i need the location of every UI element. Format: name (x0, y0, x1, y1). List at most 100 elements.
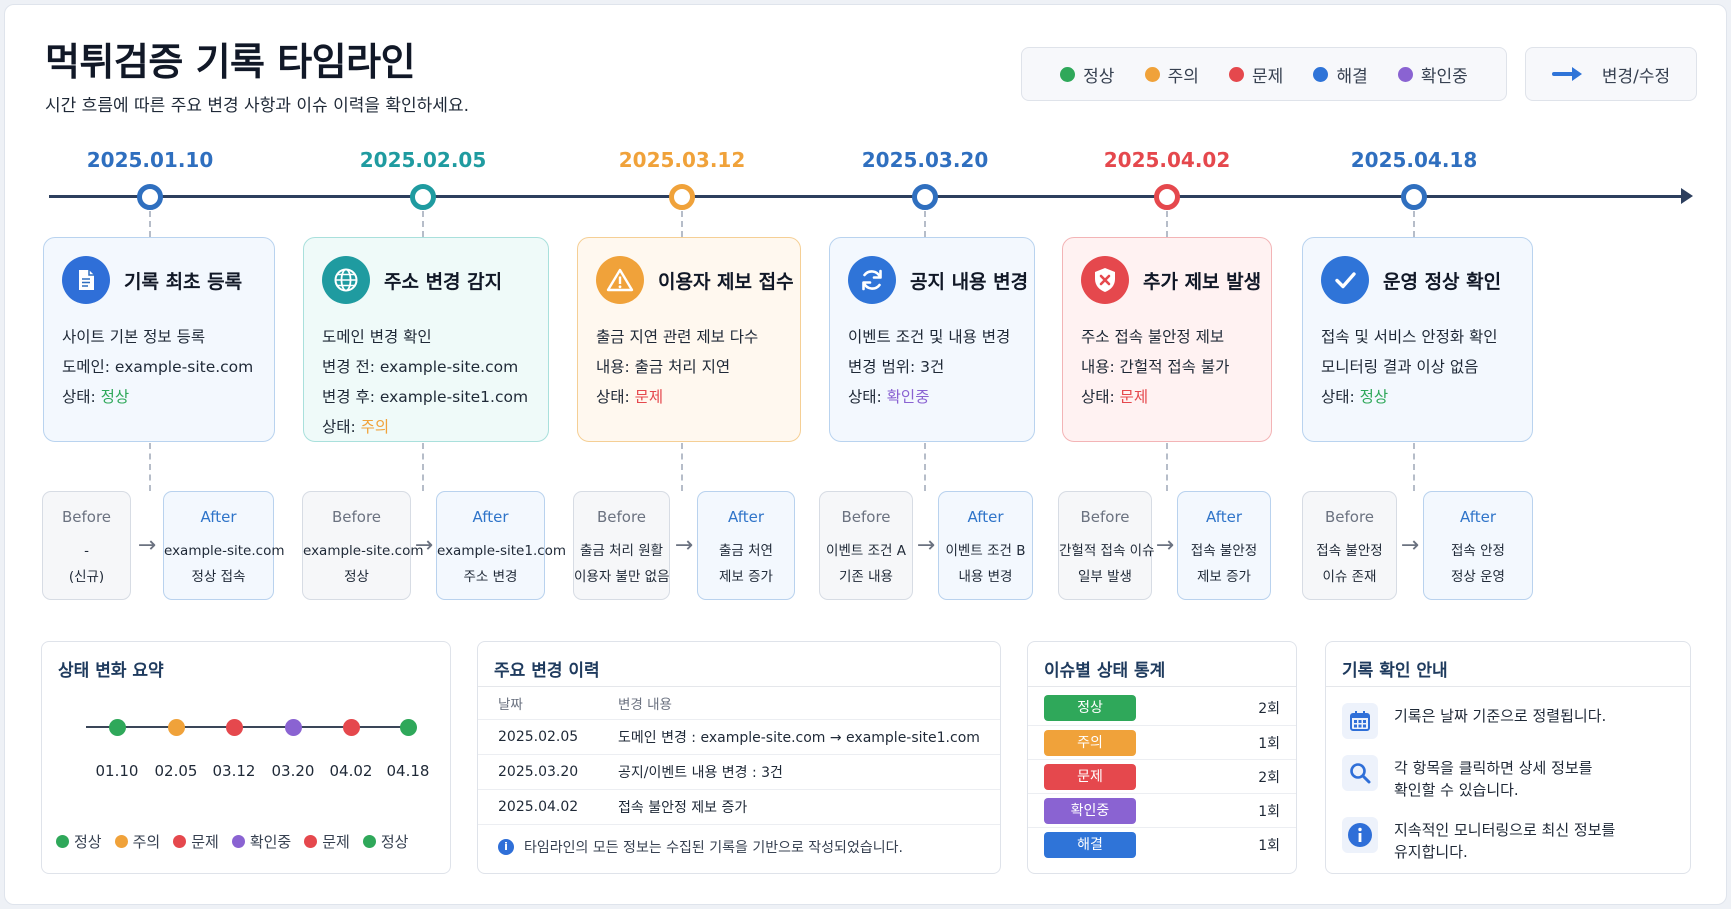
event-status: 상태: 문제 (1081, 388, 1149, 406)
info-icon: i (498, 838, 514, 855)
stat-row: 문제 2회 (1028, 759, 1296, 793)
after-box: After 접속 안정 정상 운영 (1423, 491, 1533, 600)
timeline-axis (49, 195, 1685, 198)
connector-line (149, 211, 151, 237)
legend-label: 문제 (1252, 66, 1284, 87)
table-row[interactable]: 2025.02.05 도메인 변경 : example-site.com → e… (478, 719, 1000, 754)
event-card[interactable]: 주소 변경 감지 도메인 변경 확인 변경 전: example-site.com 변… (303, 237, 549, 442)
before-box: Before 접속 불안정 이슈 존재 (1302, 491, 1397, 600)
event-card[interactable]: 운영 정상 확인 접속 및 서비스 안정화 확인 모니터링 결과 이상 없음 상태: … (1302, 237, 1533, 442)
legend-dot (1060, 66, 1076, 82)
after-box: After 접속 불안정제보 증가 (1177, 491, 1271, 600)
event-detail: 내용: 간헐적 접속 불가 (1081, 358, 1230, 376)
event-detail: 변경 범위: 3건 (848, 358, 945, 376)
connector-line (924, 211, 926, 237)
page-title: 먹튀검증 기록 타임라인 (45, 40, 416, 84)
change-history-panel: 주요 변경 이력 날짜 변경 내용 2025.02.05 도메인 변경 : ex… (477, 641, 1001, 874)
legend-label: 정상 (380, 833, 409, 851)
after-value: 출금 처연 (719, 543, 773, 559)
before-box: Before 출금 처리 원활 이용자 불만 없음 (573, 491, 670, 600)
event-status: 상태: 문제 (596, 388, 664, 406)
before-value: (신규) (68, 569, 105, 585)
before-label: Before (61, 508, 112, 526)
arrow-right-icon: → (414, 533, 434, 558)
timeline-node[interactable] (669, 184, 695, 210)
arrow-right-icon: → (916, 533, 936, 558)
event-status: 상태: 정상 (62, 388, 130, 406)
timeline-arrowhead (1681, 188, 1693, 204)
history-content: 접속 불안정 제보 증가 (618, 800, 748, 816)
event-detail: 내용: 출금 처리 지연 (596, 358, 731, 376)
event-detail: 변경 전: example-site.com (322, 358, 519, 376)
event-card[interactable]: 공지 내용 변경 이벤트 조건 및 내용 변경 변경 범위: 3건 상태: 확인중 (829, 237, 1035, 442)
event-card[interactable]: 추가 제보 발생 주소 접속 불안정 제보 내용: 간헐적 접속 불가 상태: 문제 (1062, 237, 1272, 442)
before-value: 일부 발생 (1078, 569, 1132, 585)
event-status: 상태: 확인중 (848, 388, 930, 406)
stat-count: 1회 (1258, 735, 1280, 752)
summary-dot (285, 719, 302, 736)
before-value: 정상 (344, 569, 369, 585)
event-status: 상태: 주의 (322, 418, 390, 436)
event-title: 공지 내용 변경 (910, 270, 1029, 293)
page-frame: 먹튀검증 기록 타임라인 시간 흐름에 따른 주요 변경 사항과 이슈 이력을 … (4, 4, 1727, 905)
stat-row: 정상 2회 (1028, 691, 1296, 725)
summary-legend-item: 문제 (304, 831, 350, 852)
status-badge: 정상 (1044, 695, 1136, 721)
legend-label: 정상 (1083, 66, 1115, 87)
history-date: 2025.03.20 (498, 764, 579, 780)
after-value: 정상 접속 (191, 569, 246, 585)
check-icon (1321, 256, 1369, 304)
legend-item-checking: 확인중 (1397, 62, 1468, 87)
stat-row: 해결 1회 (1028, 827, 1296, 861)
arrow-right-icon: → (674, 533, 694, 558)
event-card[interactable]: 기록 최초 등록 사이트 기본 정보 등록 도메인: example-site.co… (43, 237, 275, 442)
info-icon (1342, 817, 1378, 853)
status-badge: 정상 (100, 388, 130, 406)
table-row[interactable]: 2025.03.20 공지/이벤트 내용 변경 : 3건 (478, 754, 1000, 789)
table-row[interactable]: 2025.04.02 접속 불안정 제보 증가 (478, 789, 1000, 824)
after-value: 주소 변경 (463, 569, 518, 585)
connector-line (422, 443, 424, 491)
status-badge: 확인중 (1044, 797, 1136, 824)
connector-line (681, 443, 683, 491)
stat-row: 확인중 1회 (1028, 793, 1296, 827)
summary-dot (168, 719, 185, 736)
legend-dot (231, 835, 245, 848)
stat-count: 2회 (1258, 701, 1280, 717)
event-status: 상태: 정상 (1321, 388, 1389, 406)
stat-count: 2회 (1258, 769, 1280, 786)
status-badge: 문제 (1044, 763, 1136, 790)
timeline-node[interactable] (912, 184, 938, 210)
before-value: 이슈 존재 (1322, 569, 1377, 585)
timeline-date: 2025.04.18 (1350, 148, 1478, 172)
legend-dot (114, 835, 128, 848)
timeline-node[interactable] (1154, 184, 1180, 210)
event-title: 추가 제보 발생 (1143, 270, 1262, 293)
legend-label: 확인중 (1420, 66, 1468, 87)
timeline-node[interactable] (1401, 184, 1427, 210)
summary-date: 01.10 (95, 762, 139, 780)
stats-rows: 정상 2회 주의 1회 문제 2회 확인중 1회 해결 1회 (1028, 691, 1296, 861)
before-box: Before - (신규) (42, 491, 131, 600)
before-label: Before (1080, 508, 1130, 526)
guide-item: 지속적인 모니터링으로 최신 정보를 유지합니다. (1326, 817, 1690, 863)
guide-text: 기록은 날짜 기준으로 정렬됩니다. (1394, 707, 1607, 725)
after-value: example-site.com (164, 543, 285, 559)
history-content: 도메인 변경 : example-site.com → example-site… (618, 730, 980, 746)
timeline-node[interactable] (410, 184, 436, 210)
status-badge: 확인중 (886, 388, 930, 406)
timeline-node[interactable] (137, 184, 163, 210)
connector-line (681, 211, 683, 237)
page-subtitle: 시간 흐름에 따른 주요 변경 사항과 이슈 이력을 확인하세요. (45, 96, 469, 116)
stat-count: 1회 (1258, 803, 1280, 820)
summary-date: 03.12 (212, 762, 256, 780)
after-value: 제보 증가 (1197, 569, 1251, 585)
guide-text: 각 항목을 클릭하면 상세 정보를 확인할 수 있습니다. (1394, 759, 1593, 799)
event-card[interactable]: 이용자 제보 접수 출금 지연 관련 제보 다수 내용: 출금 처리 지연 상태: 문… (577, 237, 801, 442)
after-value: 접속 불안정 (1190, 543, 1258, 559)
legend-dot (173, 835, 187, 848)
after-box: After 이벤트 조건 B 내용 변경 (938, 491, 1033, 600)
legend-dot (1313, 66, 1329, 82)
search-icon (1342, 755, 1378, 791)
after-label: After (1205, 508, 1243, 526)
